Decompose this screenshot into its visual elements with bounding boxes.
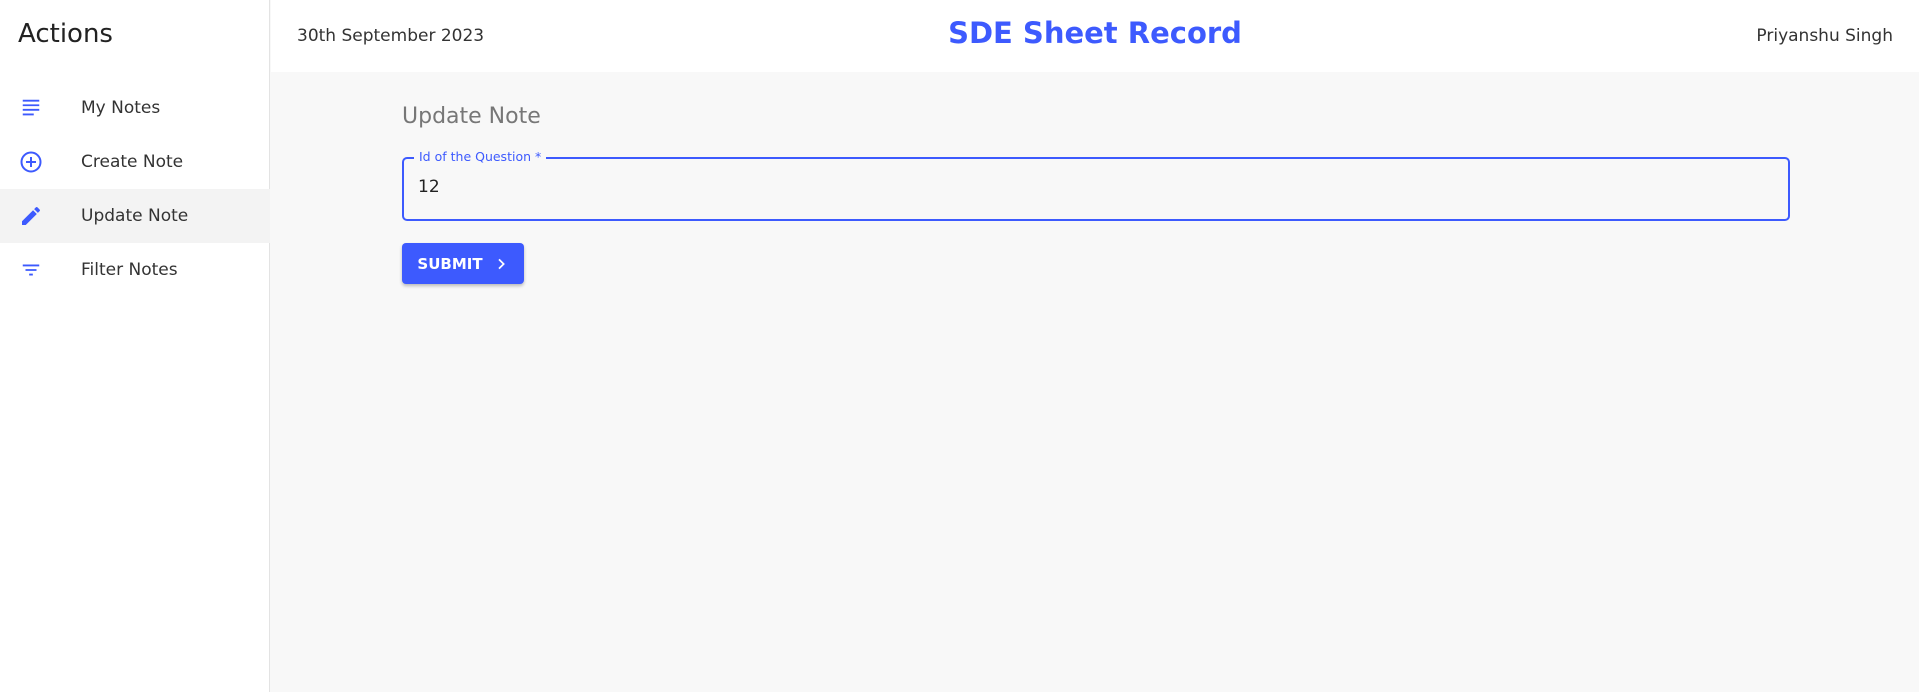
question-id-label: Id of the Question * (414, 149, 547, 164)
sidebar-item-label: Filter Notes (81, 260, 178, 280)
sidebar-item-label: My Notes (81, 98, 161, 118)
page-title: SDE Sheet Record (948, 16, 1242, 50)
sidebar-item-my-notes[interactable]: My Notes (0, 81, 270, 135)
chevron-right-icon (493, 256, 509, 272)
sidebar: Actions My Notes Create Note Update Note… (0, 0, 270, 692)
header: 30th September 2023 SDE Sheet Record Pri… (271, 0, 1919, 72)
sidebar-item-label: Create Note (81, 152, 184, 172)
filter-icon (19, 258, 43, 282)
pencil-icon (19, 204, 43, 228)
sidebar-title: Actions (18, 19, 113, 49)
sidebar-nav: My Notes Create Note Update Note Filter … (0, 81, 270, 297)
submit-button[interactable]: SUBMIT (402, 243, 524, 284)
sidebar-item-label: Update Note (81, 206, 189, 226)
question-id-field[interactable]: Id of the Question * (402, 149, 1790, 221)
sidebar-item-update-note[interactable]: Update Note (0, 189, 270, 243)
notes-list-icon (19, 96, 43, 120)
sidebar-item-create-note[interactable]: Create Note (0, 135, 270, 189)
main-content: Update Note Id of the Question * SUBMIT (271, 72, 1919, 692)
add-circle-icon (19, 150, 43, 174)
submit-label: SUBMIT (417, 254, 483, 273)
question-id-input[interactable] (418, 177, 1758, 197)
form-title: Update Note (402, 104, 541, 129)
sidebar-item-filter-notes[interactable]: Filter Notes (0, 243, 270, 297)
user-name: Priyanshu Singh (1756, 26, 1893, 46)
